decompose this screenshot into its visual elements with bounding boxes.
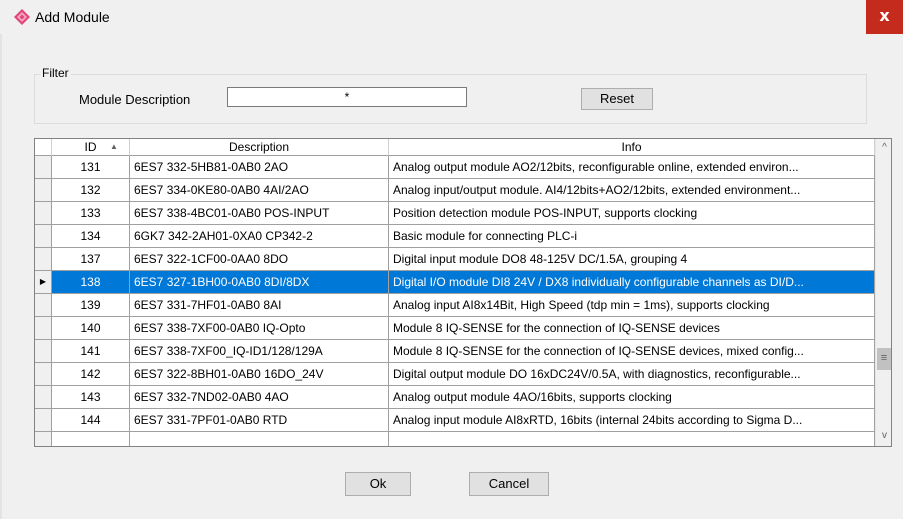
cell-id: 143 [52, 386, 130, 409]
table-row[interactable]: 132 6ES7 334-0KE80-0AB0 4AI/2AO Analog inp… [35, 179, 875, 202]
empty-cell [35, 432, 52, 446]
row-selector[interactable] [35, 363, 52, 386]
close-button[interactable]: x [866, 0, 903, 34]
cell-info: Module 8 IQ-SENSE for the connection of … [389, 317, 875, 340]
cell-description: 6ES7 322-8BH01-0AB0 16DO_24V [130, 363, 389, 386]
cell-info: Position detection module POS-INPUT, sup… [389, 202, 875, 225]
cell-description: 6ES7 331-7PF01-0AB0 RTD [130, 409, 389, 432]
cell-id: 141 [52, 340, 130, 363]
scroll-down-icon[interactable]: v [876, 427, 891, 444]
row-selector[interactable] [35, 248, 52, 271]
cell-description: 6ES7 334-0KE80-0AB0 4AI/2AO [130, 179, 389, 202]
row-header-corner [35, 139, 52, 156]
scroll-thumb[interactable]: ≡ [877, 348, 891, 370]
ok-button[interactable]: Ok [345, 472, 411, 496]
row-selector[interactable] [35, 179, 52, 202]
module-diamond-icon [14, 9, 30, 25]
cell-info: Digital output module DO 16xDC24V/0.5A, … [389, 363, 875, 386]
cell-info: Analog output module AO2/12bits, reconfi… [389, 156, 875, 179]
cell-info: Digital I/O module DI8 24V / DX8 individ… [389, 271, 875, 294]
row-selector[interactable] [35, 386, 52, 409]
row-selector[interactable] [35, 156, 52, 179]
cell-id: 140 [52, 317, 130, 340]
cell-id: 137 [52, 248, 130, 271]
column-header-id-label: ID [84, 140, 97, 154]
row-selector[interactable] [35, 340, 52, 363]
cell-description: 6GK7 342-2AH01-0XA0 CP342-2 [130, 225, 389, 248]
vertical-scrollbar[interactable]: ^ ≡ v [875, 139, 891, 446]
cell-description: 6ES7 338-7XF00_IQ-ID1/128/129A [130, 340, 389, 363]
cancel-button[interactable]: Cancel [469, 472, 549, 496]
row-selector[interactable] [35, 202, 52, 225]
cell-description: 6ES7 338-7XF00-0AB0 IQ-Opto [130, 317, 389, 340]
grid-header: ID ▲ Description Info [35, 139, 891, 156]
table-row[interactable]: 140 6ES7 338-7XF00-0AB0 IQ-Opto Module 8 I… [35, 317, 875, 340]
cell-description: 6ES7 332-7ND02-0AB0 4AO [130, 386, 389, 409]
table-row[interactable]: 134 6GK7 342-2AH01-0XA0 CP342-2 Basic modu… [35, 225, 875, 248]
sort-ascending-icon: ▲ [110, 142, 118, 151]
table-row[interactable]: 139 6ES7 331-7HF01-0AB0 8AI Analog input A… [35, 294, 875, 317]
cell-info: Digital input module DO8 48-125V DC/1.5A… [389, 248, 875, 271]
current-row-arrow-icon[interactable]: ▶ [35, 271, 52, 294]
table-row[interactable]: 143 6ES7 332-7ND02-0AB0 4AO Analog output … [35, 386, 875, 409]
module-grid[interactable]: ID ▲ Description Info 131 6ES7 332-5HB81-… [34, 138, 892, 447]
cell-description: 6ES7 338-4BC01-0AB0 POS-INPUT [130, 202, 389, 225]
table-row[interactable]: 144 6ES7 331-7PF01-0AB0 RTD Analog input m… [35, 409, 875, 432]
cell-info: Analog input/output module. AI4/12bits+A… [389, 179, 875, 202]
module-description-label: Module Description [79, 92, 191, 107]
cell-info: Analog input module AI8xRTD, 16bits (int… [389, 409, 875, 432]
empty-cell [389, 432, 875, 446]
cell-id: 134 [52, 225, 130, 248]
table-row[interactable]: 141 6ES7 338-7XF00_IQ-ID1/128/129A Module … [35, 340, 875, 363]
column-header-id[interactable]: ID ▲ [52, 139, 130, 156]
cell-id: 133 [52, 202, 130, 225]
cell-info: Analog output module 4AO/16bits, support… [389, 386, 875, 409]
cell-info: Module 8 IQ-SENSE for the connection of … [389, 340, 875, 363]
cell-info: Basic module for connecting PLC-i [389, 225, 875, 248]
window-title: Add Module [35, 9, 110, 25]
title-bar: Add Module [0, 0, 903, 34]
table-row[interactable]: ▶ 138 6ES7 327-1BH00-0AB0 8DI/8DX Digital I… [35, 271, 875, 294]
cell-description: 6ES7 327-1BH00-0AB0 8DI/8DX [130, 271, 389, 294]
cell-description: 6ES7 322-1CF00-0AA0 8DO [130, 248, 389, 271]
cell-description: 6ES7 331-7HF01-0AB0 8AI [130, 294, 389, 317]
column-header-description[interactable]: Description [130, 139, 389, 156]
table-row[interactable]: 137 6ES7 322-1CF00-0AA0 8DO Digital input … [35, 248, 875, 271]
row-selector[interactable] [35, 225, 52, 248]
cell-id: 138 [52, 271, 130, 294]
row-selector[interactable] [35, 317, 52, 340]
cell-id: 144 [52, 409, 130, 432]
empty-cell [52, 432, 130, 446]
module-description-input[interactable] [227, 87, 467, 107]
cell-description: 6ES7 332-5HB81-0AB0 2AO [130, 156, 389, 179]
cell-id: 142 [52, 363, 130, 386]
table-row[interactable]: 142 6ES7 322-8BH01-0AB0 16DO_24V Digital o… [35, 363, 875, 386]
column-header-info[interactable]: Info [389, 139, 875, 156]
filter-group-label: Filter [40, 66, 71, 80]
cell-info: Analog input AI8x14Bit, High Speed (tdp … [389, 294, 875, 317]
table-row[interactable]: 133 6ES7 338-4BC01-0AB0 POS-INPUT Position… [35, 202, 875, 225]
empty-cell [130, 432, 389, 446]
reset-button[interactable]: Reset [581, 88, 653, 110]
row-selector[interactable] [35, 294, 52, 317]
row-selector[interactable] [35, 409, 52, 432]
cell-id: 131 [52, 156, 130, 179]
table-row[interactable]: 131 6ES7 332-5HB81-0AB0 2AO Analog output … [35, 156, 875, 179]
cell-id: 132 [52, 179, 130, 202]
table-row-partial [35, 432, 875, 446]
window-edge [0, 34, 2, 519]
scroll-up-icon[interactable]: ^ [876, 139, 891, 156]
cell-id: 139 [52, 294, 130, 317]
